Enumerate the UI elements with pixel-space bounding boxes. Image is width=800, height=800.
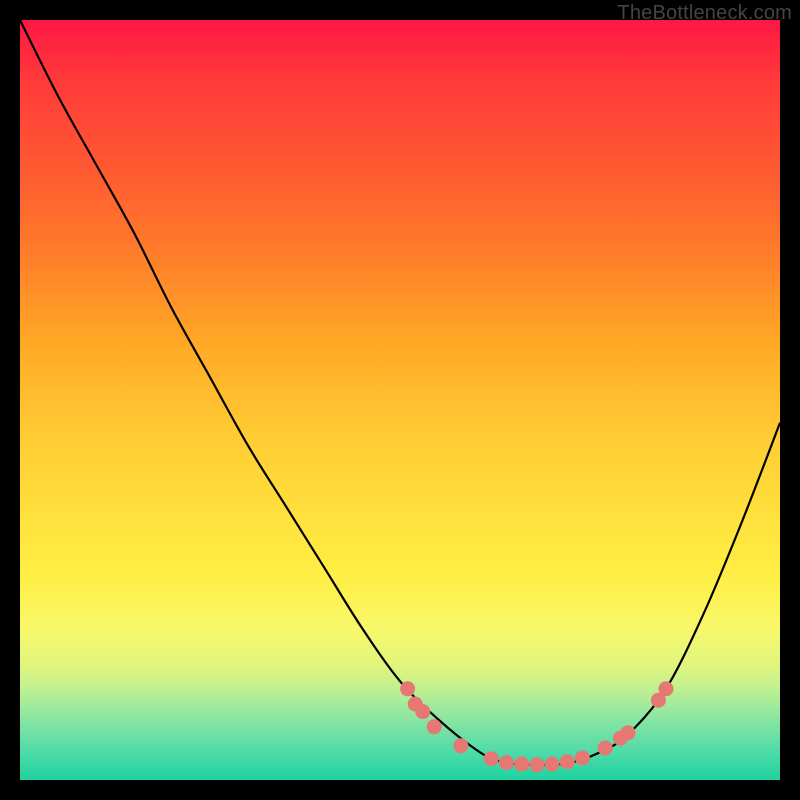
data-marker: [598, 741, 613, 756]
data-markers: [400, 681, 673, 772]
data-marker: [529, 757, 544, 772]
data-marker: [453, 738, 468, 753]
plot-area: [20, 20, 780, 780]
data-marker: [545, 757, 560, 772]
data-marker: [400, 681, 415, 696]
bottleneck-curve: [20, 20, 780, 765]
chart-container: TheBottleneck.com: [0, 0, 800, 800]
data-marker: [621, 725, 636, 740]
data-marker: [499, 755, 514, 770]
chart-svg: [20, 20, 780, 780]
data-marker: [415, 704, 430, 719]
data-marker: [427, 719, 442, 734]
data-marker: [560, 754, 575, 769]
data-marker: [484, 751, 499, 766]
data-marker: [575, 750, 590, 765]
data-marker: [514, 757, 529, 772]
data-marker: [659, 681, 674, 696]
